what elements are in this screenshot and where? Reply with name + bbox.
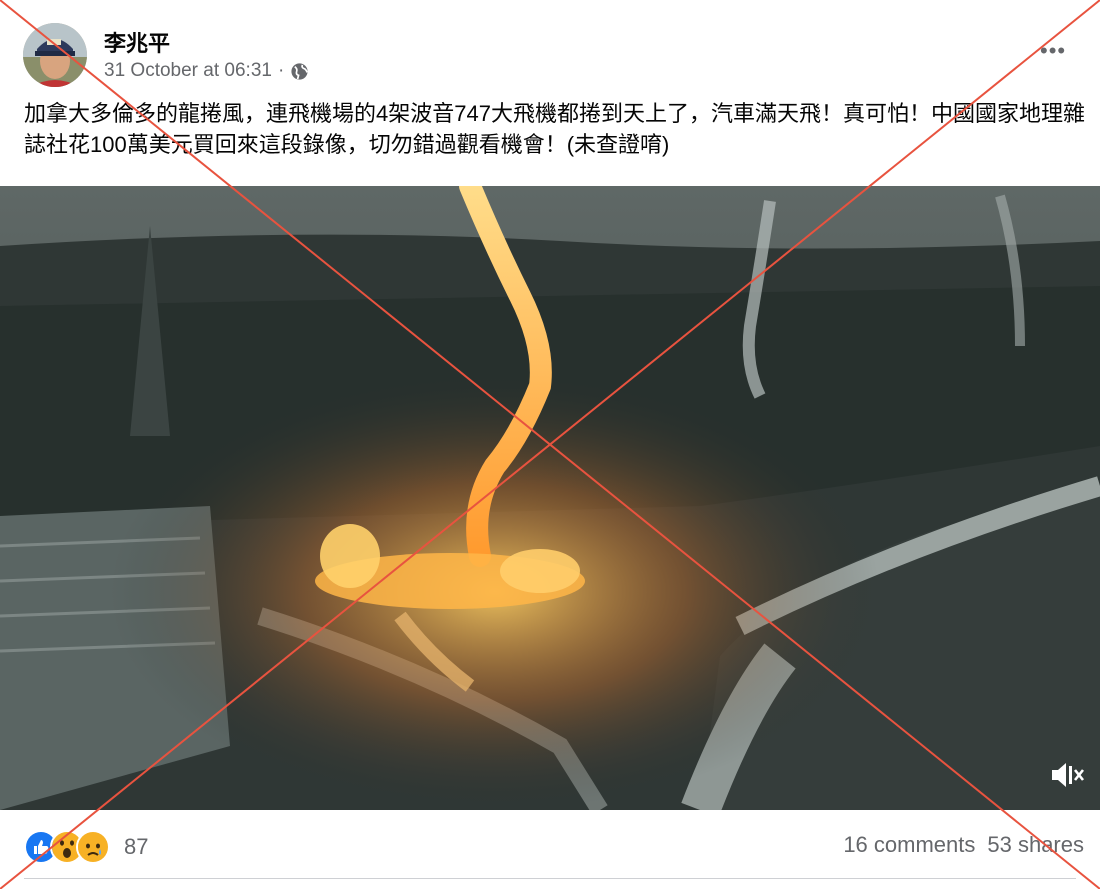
- reaction-count: 87: [124, 834, 149, 859]
- video-frame: [0, 186, 1100, 810]
- reactions-summary[interactable]: 87: [24, 830, 148, 864]
- divider: [24, 878, 1076, 879]
- author-name[interactable]: 李兆平: [104, 26, 170, 58]
- muted-speaker-icon[interactable]: [1046, 755, 1086, 795]
- post-meta: 31 October at 06:31 ·: [104, 60, 309, 82]
- comments-count[interactable]: 16 comments: [843, 832, 975, 858]
- globe-icon[interactable]: [290, 62, 309, 81]
- avatar-image: [23, 23, 87, 87]
- avatar[interactable]: [23, 23, 87, 87]
- meta-separator: ·: [277, 60, 285, 81]
- facebook-post: 李兆平 31 October at 06:31 · ••• 加拿大多倫多的龍捲風…: [0, 0, 1100, 889]
- sad-icon: [76, 830, 110, 864]
- engagement-stats: 16 comments 53 shares: [843, 832, 1084, 858]
- more-options-icon[interactable]: •••: [1040, 38, 1066, 64]
- post-video[interactable]: [0, 186, 1100, 810]
- post-text: 加拿大多倫多的龍捲風，連飛機場的4架波音747大飛機都捲到天上了，汽車滿天飛！真…: [24, 101, 1085, 157]
- timestamp[interactable]: 31 October at 06:31: [104, 60, 272, 82]
- post-footer: 87 16 comments 53 shares: [0, 820, 1100, 875]
- shares-count[interactable]: 53 shares: [987, 832, 1084, 858]
